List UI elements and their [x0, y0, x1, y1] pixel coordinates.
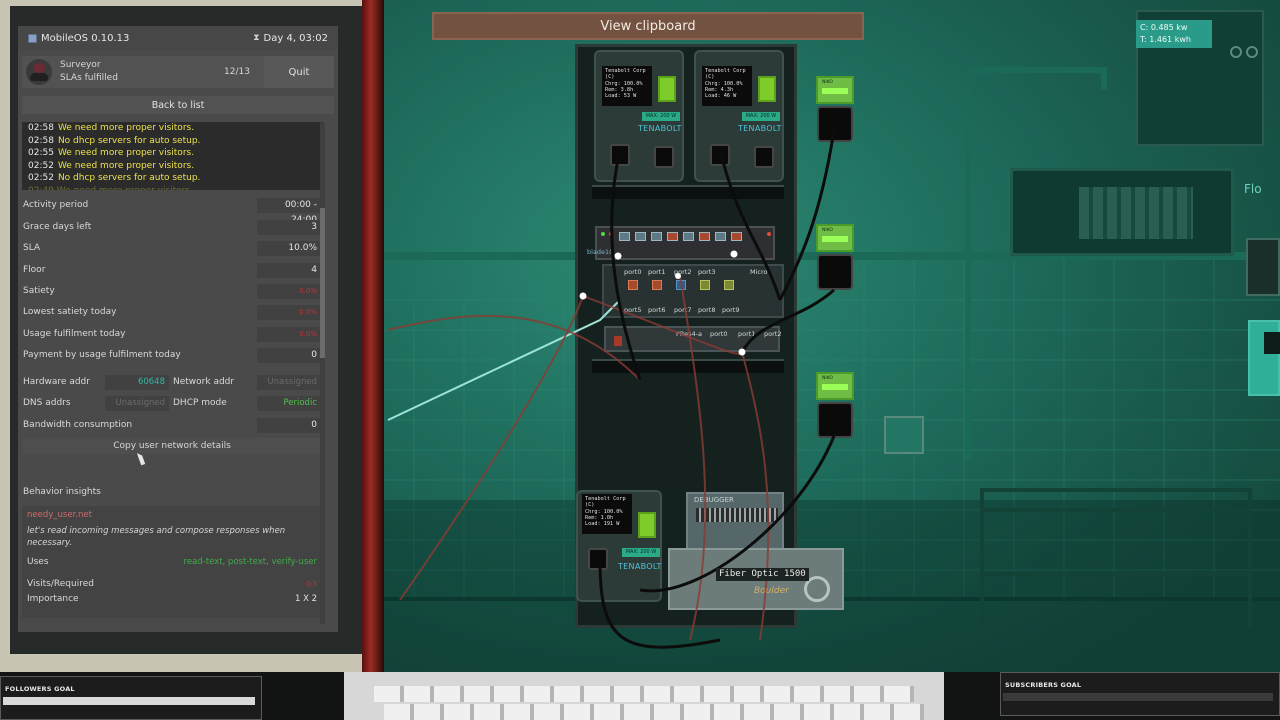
subscribers-goal-label: SUBSCRIBERS GOAL: [1005, 681, 1082, 689]
cable-black[interactable]: [740, 288, 835, 353]
cable-endpoint[interactable]: [614, 252, 622, 260]
cable-endpoint[interactable]: [730, 250, 738, 258]
followers-goal-widget: FOLLOWERS GOAL: [0, 676, 262, 720]
cable-black[interactable]: [718, 149, 782, 301]
cables: [387, 129, 836, 649]
key-row: [384, 704, 924, 720]
cable-black[interactable]: [778, 129, 836, 301]
view-clipboard-button[interactable]: View clipboard: [432, 12, 864, 40]
cable-red[interactable]: [582, 295, 743, 355]
cable-red[interactable]: [387, 314, 641, 381]
followers-goal-bar: [3, 697, 255, 705]
followers-goal-label: FOLLOWERS GOAL: [5, 685, 75, 693]
fiber-optic-tooltip: Fiber Optic 1500: [716, 568, 809, 581]
cable-black[interactable]: [610, 149, 642, 381]
keyboard: [344, 672, 944, 720]
subscribers-goal-widget: SUBSCRIBERS GOAL: [1000, 672, 1280, 716]
subscribers-goal-bar: [1003, 693, 1273, 701]
cable-endpoint[interactable]: [579, 292, 587, 300]
cable-cyan[interactable]: [387, 299, 621, 421]
key-row: [374, 686, 914, 702]
cable-red[interactable]: [741, 351, 770, 641]
cable-endpoint[interactable]: [675, 273, 681, 279]
game-screen: MobileOS 0.10.13 ⧗ Day 4, 03:02 Surveyor…: [0, 0, 1280, 720]
cable-endpoint[interactable]: [738, 348, 746, 356]
